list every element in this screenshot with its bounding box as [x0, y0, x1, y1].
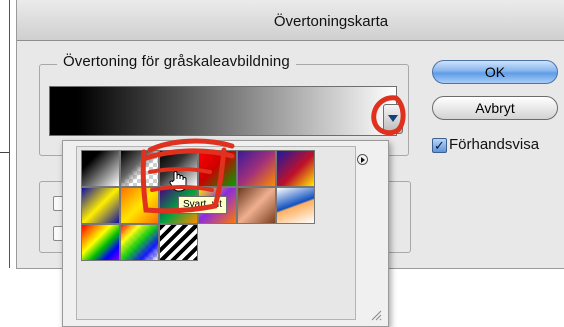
- background-window: [0, 0, 12, 325]
- background-divider: [9, 0, 10, 268]
- dialog-title: Övertoningskarta: [273, 13, 389, 30]
- gradient-swatch-blue-red-yellow[interactable]: [276, 150, 315, 187]
- preview-checkbox[interactable]: ✓: [432, 138, 447, 153]
- gradient-swatch-chrome[interactable]: [276, 187, 315, 224]
- cancel-button[interactable]: Avbryt: [432, 96, 558, 120]
- gradient-swatch-red-green[interactable]: [198, 150, 237, 187]
- ok-button[interactable]: OK: [432, 60, 558, 84]
- background-divider-tick: [0, 152, 9, 153]
- dialog-titlebar[interactable]: Övertoningskarta: [17, 0, 564, 41]
- gradient-swatch-violet-orange[interactable]: [237, 150, 276, 187]
- gradient-picker-dropdown[interactable]: [383, 104, 403, 134]
- gradient-swatch-transparent-rainbow[interactable]: [120, 224, 159, 261]
- chevron-down-icon: [388, 115, 398, 122]
- hand-cursor-icon: [169, 171, 187, 192]
- preview-label: Förhandsvisa: [449, 136, 540, 153]
- swatch-tooltip: Svart, vit: [178, 196, 227, 214]
- gradient-preview-bar[interactable]: [49, 86, 397, 136]
- gradient-swatch-orange-yellow-orange[interactable]: [120, 187, 159, 224]
- gradient-group-label: Övertoning för gråskaleavbildning: [57, 53, 296, 70]
- gradient-swatch-grid: [76, 146, 356, 320]
- resize-grip-icon[interactable]: [370, 309, 382, 321]
- gradient-swatch-copper[interactable]: [237, 187, 276, 224]
- gradient-swatch-black-white[interactable]: [81, 150, 120, 187]
- picker-menu-icon[interactable]: [357, 154, 368, 165]
- gradient-swatch-transparent-stripes[interactable]: [159, 224, 198, 261]
- gradient-swatch-blue-yellow-blue[interactable]: [81, 187, 120, 224]
- gradient-picker-popup: [62, 140, 389, 327]
- gradient-swatch-transparent[interactable]: [120, 150, 159, 187]
- gradient-swatch-spectrum[interactable]: [81, 224, 120, 261]
